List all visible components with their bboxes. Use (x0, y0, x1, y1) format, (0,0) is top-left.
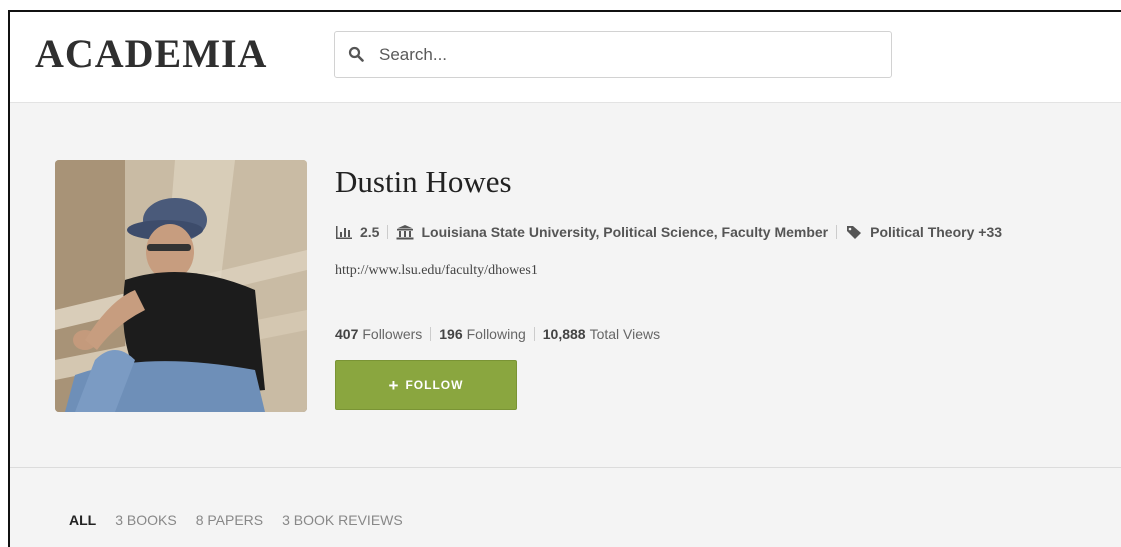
search-icon (348, 46, 364, 62)
profile-photo-image (55, 160, 307, 412)
affiliation-link[interactable]: Louisiana State University, Political Sc… (421, 224, 828, 240)
profile-name: Dustin Howes (335, 164, 512, 199)
profile-stats: 407 Followers 196 Following 10,888 Total Vi… (335, 326, 660, 342)
top-header: ACADEMIA (10, 12, 1121, 103)
website-link[interactable]: http://www.lsu.edu/faculty/dhowes1 (335, 263, 538, 279)
page-frame: ACADEMIA Search... Dustin Howes 2.5 Loui… (8, 10, 1121, 547)
profile-photo (55, 160, 307, 412)
plus-icon: + (388, 375, 400, 395)
tab-books[interactable]: 3 BOOKS (115, 512, 176, 528)
score-value[interactable]: 2.5 (360, 224, 379, 240)
follow-label: FOLLOW (405, 378, 464, 392)
stats-divider (430, 327, 432, 341)
views-stat: 10,888 Total Views (543, 326, 660, 342)
meta-divider (836, 225, 838, 239)
following-count: 196 (439, 326, 463, 342)
tab-all[interactable]: ALL (69, 512, 96, 528)
views-label: Total Views (589, 326, 661, 342)
tab-book-reviews[interactable]: 3 BOOK REVIEWS (282, 512, 403, 528)
tag-icon (847, 225, 862, 239)
following-link[interactable]: 196 Following (439, 326, 526, 342)
academia-logo[interactable]: ACADEMIA (35, 30, 267, 77)
section-divider (10, 467, 1121, 468)
followers-link[interactable]: 407 Followers (335, 326, 422, 342)
profile-section: Dustin Howes 2.5 Louisiana State Univers… (10, 104, 1121, 469)
meta-divider (387, 225, 389, 239)
research-interest-link[interactable]: Political Theory +33 (870, 224, 1002, 240)
search-box[interactable] (334, 31, 892, 78)
institution-icon (396, 224, 414, 239)
works-tabs: ALL 3 BOOKS 8 PAPERS 3 BOOK REVIEWS (69, 512, 422, 528)
profile-meta: 2.5 Louisiana State University, Politica… (335, 222, 1002, 242)
followers-count: 407 (335, 326, 359, 342)
stats-divider (533, 327, 535, 341)
search-input[interactable] (379, 40, 879, 69)
followers-label: Followers (362, 326, 423, 342)
tab-papers[interactable]: 8 PAPERS (196, 512, 263, 528)
bar-chart-icon (336, 225, 352, 239)
following-label: Following (466, 326, 526, 342)
follow-button[interactable]: + FOLLOW (335, 360, 517, 410)
views-count: 10,888 (542, 326, 586, 342)
